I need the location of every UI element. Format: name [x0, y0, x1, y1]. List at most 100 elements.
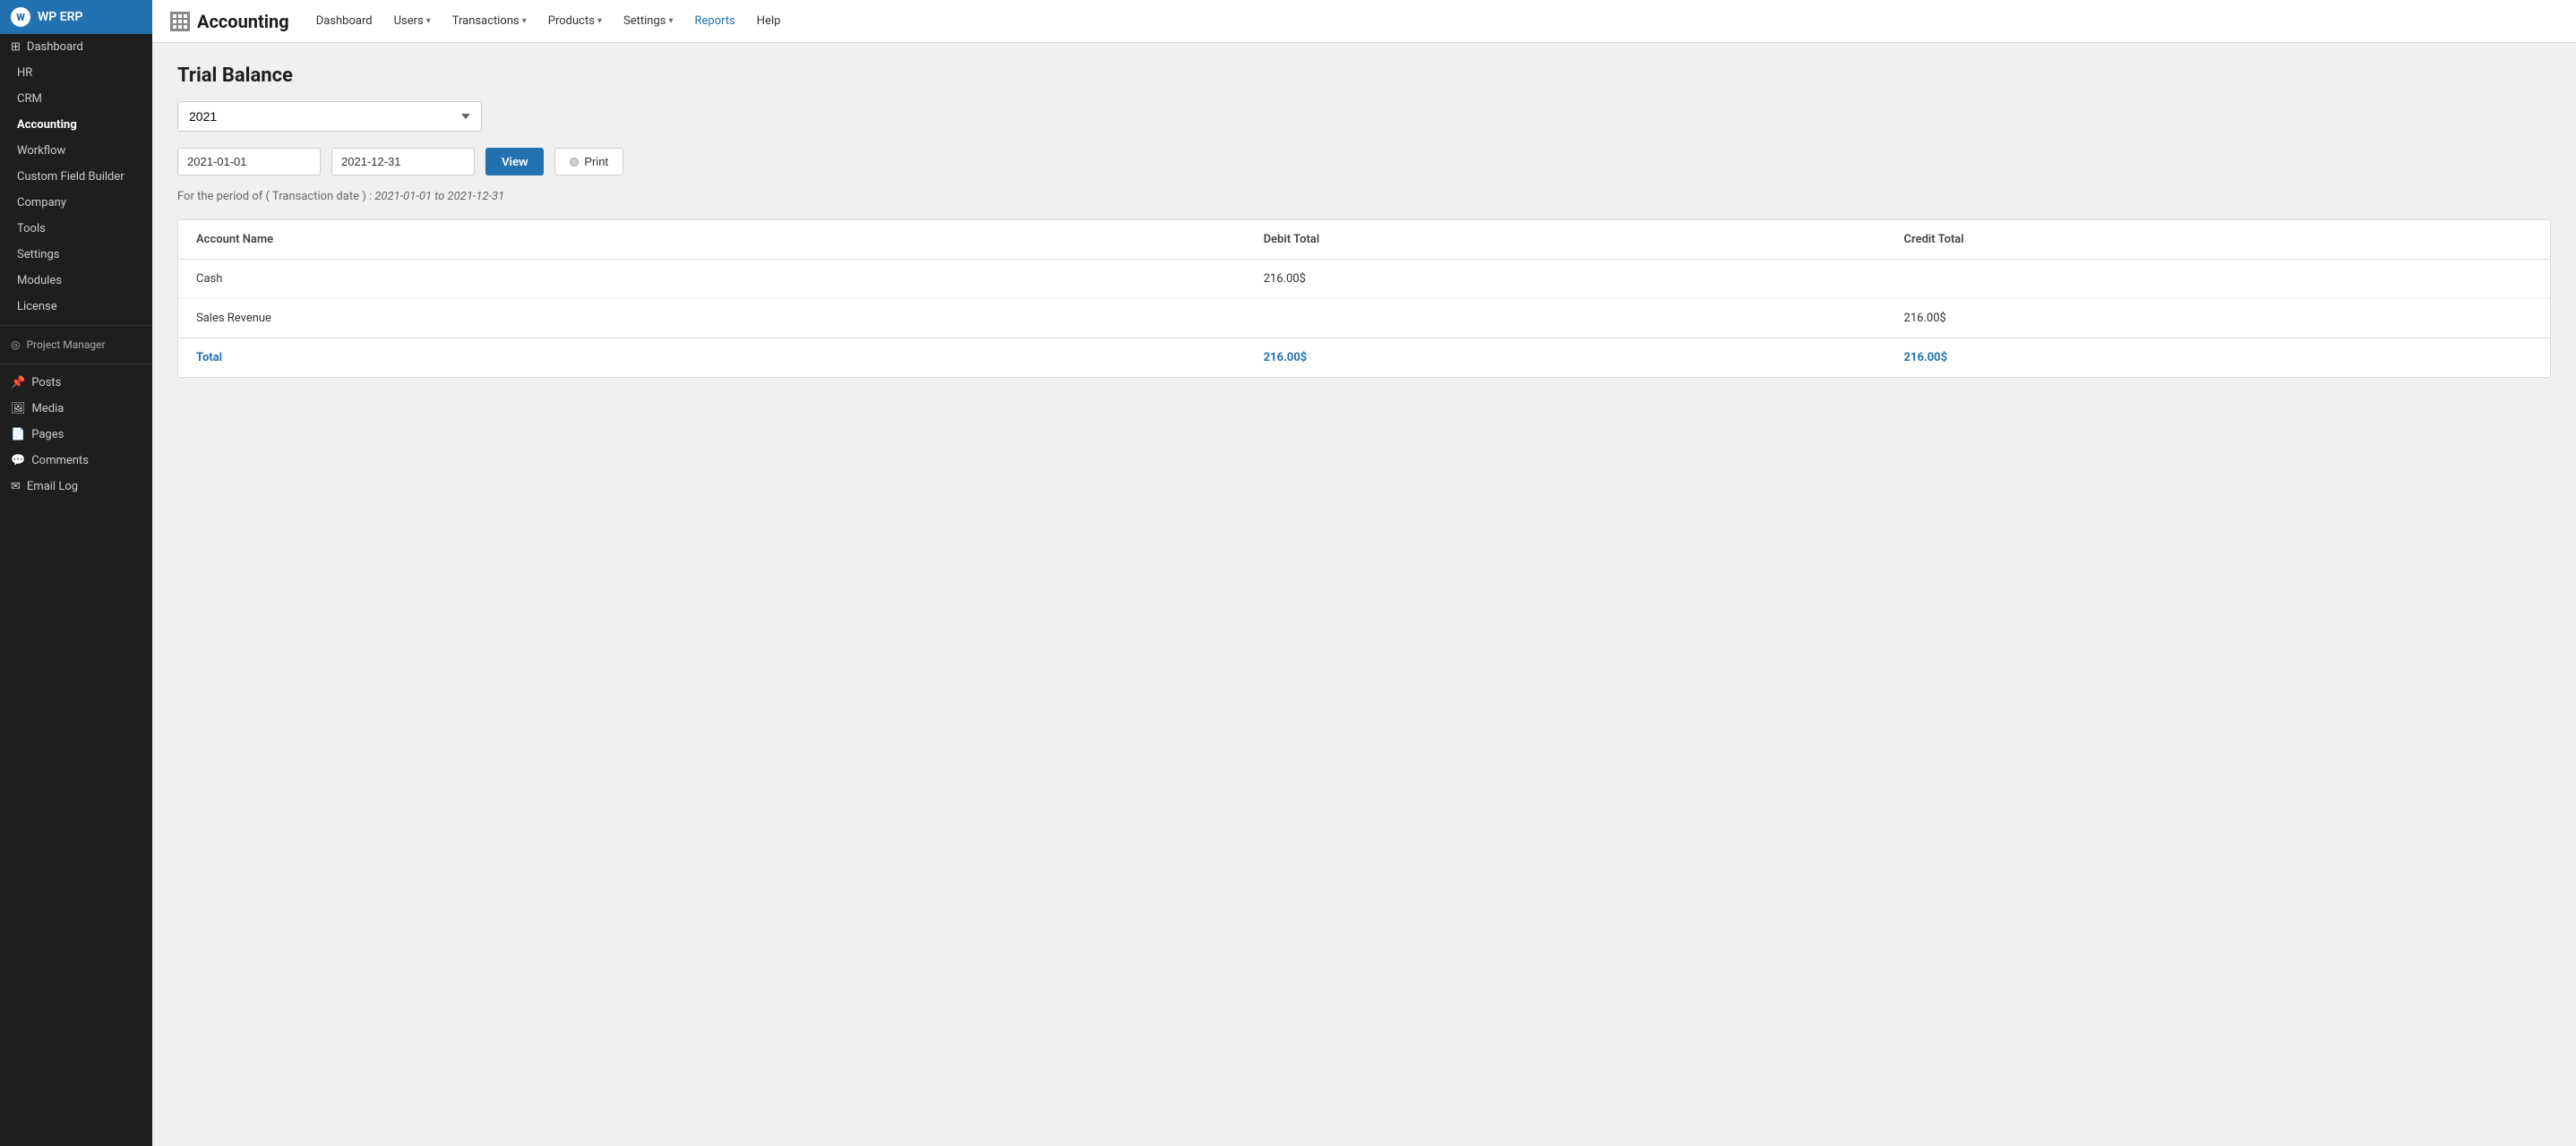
sidebar-item-label: Email Log — [27, 480, 78, 493]
sidebar-item-label: Workflow — [17, 144, 65, 158]
sidebar-item-label: Comments — [31, 454, 89, 467]
sidebar-item-label: License — [17, 300, 57, 313]
sidebar-item-comments[interactable]: 💬 Comments — [0, 448, 152, 474]
nav-item-help[interactable]: Help — [748, 9, 790, 33]
pages-icon: 📄 — [11, 428, 25, 441]
sidebar-item-label: Dashboard — [27, 40, 83, 54]
credit-cell — [1886, 260, 2550, 299]
sidebar-item-custom-field-builder[interactable]: Custom Field Builder — [0, 164, 152, 190]
sidebar-item-pages[interactable]: 📄 Pages — [0, 422, 152, 448]
dashboard-icon: ⊞ — [11, 40, 21, 54]
nav-label-help: Help — [757, 14, 781, 28]
sidebar-item-label: Accounting — [17, 118, 77, 132]
debit-cell — [1246, 299, 1886, 338]
credit-cell: 216.00$ — [1886, 299, 2550, 338]
sidebar-item-label: Pages — [31, 428, 64, 441]
page-title: Trial Balance — [177, 64, 2551, 87]
sidebar-item-workflow[interactable]: Workflow — [0, 138, 152, 164]
sidebar-item-project-manager[interactable]: ◎ Project Manager — [0, 331, 152, 358]
chevron-down-icon: ▾ — [426, 16, 431, 26]
col-header-debit: Debit Total — [1246, 220, 1886, 260]
nav-item-transactions[interactable]: Transactions ▾ — [443, 9, 536, 33]
nav-label-reports: Reports — [694, 14, 734, 28]
sidebar-divider-2 — [0, 363, 152, 364]
page-content: Trial Balance 2019 2020 2021 2022 View P… — [152, 43, 2576, 1146]
sidebar-item-label: Project Manager — [26, 338, 105, 351]
table-row: Sales Revenue 216.00$ — [178, 299, 2550, 338]
sidebar-item-hr[interactable]: HR — [0, 60, 152, 86]
sidebar-item-label: Tools — [17, 222, 46, 235]
sidebar-item-label: Company — [17, 196, 66, 210]
table-row: Cash 216.00$ — [178, 260, 2550, 299]
total-row: Total 216.00$ 216.00$ — [178, 338, 2550, 378]
chevron-down-icon: ▾ — [522, 16, 527, 26]
year-select[interactable]: 2019 2020 2021 2022 — [177, 101, 482, 132]
comments-icon: 💬 — [11, 454, 25, 467]
view-button[interactable]: View — [485, 148, 544, 175]
nav-label-products: Products — [548, 14, 595, 28]
sidebar-item-label: Settings — [17, 248, 59, 261]
print-button[interactable]: Print — [554, 148, 623, 175]
sidebar-top-brand[interactable]: W WP ERP — [0, 0, 152, 34]
date-from-input[interactable] — [177, 148, 321, 175]
top-nav: Accounting Dashboard Users ▾ Transaction… — [152, 0, 2576, 43]
nav-item-reports[interactable]: Reports — [685, 9, 743, 33]
total-credit: 216.00$ — [1886, 338, 2550, 378]
nav-item-products[interactable]: Products ▾ — [539, 9, 611, 33]
sidebar-item-media[interactable]: 🖼 Media — [0, 396, 152, 422]
col-header-account: Account Name — [178, 220, 1246, 260]
sidebar-item-label: HR — [17, 66, 32, 80]
nav-item-users[interactable]: Users ▾ — [385, 9, 440, 33]
nav-item-dashboard[interactable]: Dashboard — [307, 9, 382, 33]
sidebar-item-label: Modules — [17, 274, 62, 287]
period-text: For the period of ( Transaction date ) :… — [177, 190, 2551, 203]
chevron-down-icon: ▾ — [668, 16, 673, 26]
print-dot-icon — [570, 158, 579, 167]
sidebar-item-label: Custom Field Builder — [17, 170, 125, 184]
date-filter-row: View Print — [177, 148, 2551, 175]
period-dates: 2021-01-01 to 2021-12-31 — [374, 190, 504, 203]
sidebar-item-email-log[interactable]: ✉ Email Log — [0, 474, 152, 500]
total-label: Total — [178, 338, 1246, 378]
account-name-cell: Sales Revenue — [178, 299, 1246, 338]
date-to-input[interactable] — [331, 148, 475, 175]
email-log-icon: ✉ — [11, 480, 21, 493]
top-nav-brand: Accounting — [170, 11, 289, 32]
trial-balance-table: Account Name Debit Total Credit Total Ca… — [177, 219, 2551, 378]
nav-item-settings[interactable]: Settings ▾ — [614, 9, 683, 33]
sidebar-item-label: Posts — [31, 376, 61, 389]
posts-icon: 📌 — [11, 376, 25, 389]
sidebar-item-dashboard-top[interactable]: ⊞ Dashboard — [0, 34, 152, 60]
media-icon: 🖼 — [11, 402, 26, 415]
col-header-credit: Credit Total — [1886, 220, 2550, 260]
sidebar-item-company[interactable]: Company — [0, 190, 152, 216]
nav-label-dashboard: Dashboard — [316, 14, 373, 28]
nav-label-settings: Settings — [623, 14, 665, 28]
sidebar-item-label: CRM — [17, 92, 42, 106]
sidebar-item-tools[interactable]: Tools — [0, 216, 152, 242]
year-select-wrapper: 2019 2020 2021 2022 — [177, 101, 2551, 132]
project-manager-icon: ◎ — [11, 338, 20, 351]
nav-label-users: Users — [394, 14, 424, 28]
sidebar-divider — [0, 325, 152, 326]
sidebar-item-modules[interactable]: Modules — [0, 268, 152, 294]
top-nav-title: Accounting — [197, 11, 289, 32]
sidebar: W WP ERP ⊞ Dashboard HR CRM Accounting W… — [0, 0, 152, 1146]
sidebar-item-accounting[interactable]: Accounting — [0, 112, 152, 138]
sidebar-item-license[interactable]: License — [0, 294, 152, 320]
sidebar-item-settings[interactable]: Settings — [0, 242, 152, 268]
print-label: Print — [584, 155, 608, 168]
account-name-cell: Cash — [178, 260, 1246, 299]
sidebar-brand-label: WP ERP — [38, 10, 83, 24]
period-label: For the period of ( Transaction date ) : — [177, 190, 374, 203]
total-debit: 216.00$ — [1246, 338, 1886, 378]
debit-cell: 216.00$ — [1246, 260, 1886, 299]
sidebar-item-label: Media — [32, 402, 64, 415]
nav-label-transactions: Transactions — [452, 14, 519, 28]
chevron-down-icon: ▾ — [597, 16, 602, 26]
accounting-brand-icon — [170, 12, 190, 31]
sidebar-item-crm[interactable]: CRM — [0, 86, 152, 112]
sidebar-item-posts[interactable]: 📌 Posts — [0, 370, 152, 396]
main-area: Accounting Dashboard Users ▾ Transaction… — [152, 0, 2576, 1146]
wp-erp-icon: W — [11, 7, 30, 27]
